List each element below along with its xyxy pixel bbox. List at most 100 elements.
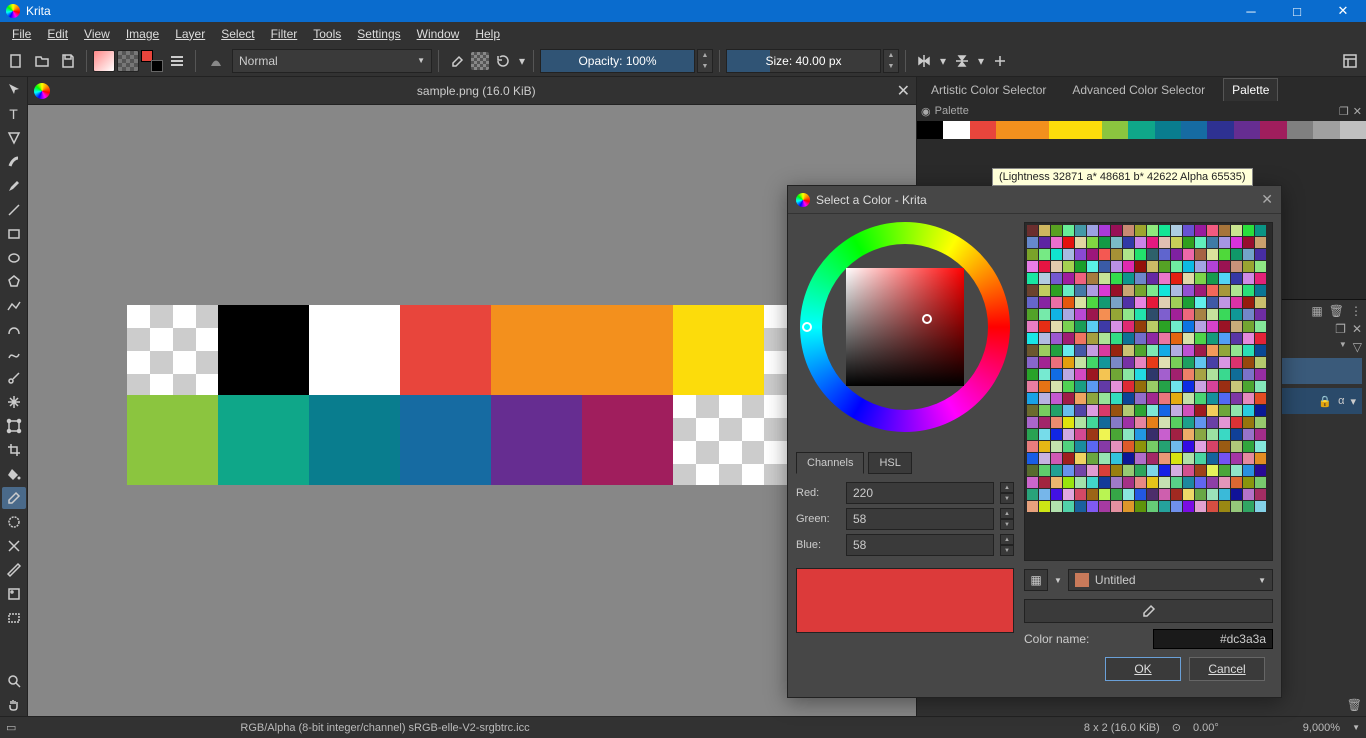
window-minimize-button[interactable]: ─: [1228, 0, 1274, 22]
assistant-tool[interactable]: [2, 535, 26, 557]
menu-filter[interactable]: Filter: [263, 27, 306, 41]
sv-marker[interactable]: [922, 314, 932, 324]
alpha-icon[interactable]: α: [1338, 395, 1344, 407]
zoom-tool[interactable]: [2, 670, 26, 692]
trash-icon[interactable]: 🗑: [1329, 304, 1344, 318]
menu-window[interactable]: Window: [409, 27, 468, 41]
menu-file[interactable]: File: [4, 27, 39, 41]
hue-marker[interactable]: [802, 322, 812, 332]
menu-icon[interactable]: ⋮: [1350, 304, 1362, 318]
menu-help[interactable]: Help: [467, 27, 508, 41]
color-name-field[interactable]: #dc3a3a: [1153, 629, 1273, 649]
color-square[interactable]: [846, 268, 964, 386]
eraser-button[interactable]: [445, 49, 469, 73]
red-stepper[interactable]: ▲▼: [1000, 482, 1014, 504]
calligraphy-tool[interactable]: [2, 151, 26, 173]
canvas[interactable]: [28, 105, 916, 716]
close-icon[interactable]: ✕: [1352, 322, 1362, 336]
pan-tool[interactable]: [2, 694, 26, 716]
status-zoom[interactable]: 9,000%: [1303, 722, 1340, 734]
trash-icon[interactable]: 🗑: [1347, 698, 1362, 712]
text-tool[interactable]: T: [2, 103, 26, 125]
brush-tool[interactable]: [2, 175, 26, 197]
opacity-slider[interactable]: Opacity: 100%: [540, 49, 695, 73]
green-stepper[interactable]: ▲▼: [1000, 508, 1014, 530]
measure-tool[interactable]: [2, 559, 26, 581]
blend-mode-dropdown[interactable]: Normal▼: [232, 49, 432, 73]
crop-tool[interactable]: [2, 439, 26, 461]
color-picker-tool[interactable]: [2, 487, 26, 509]
bezier-tool[interactable]: [2, 319, 26, 341]
menu-settings[interactable]: Settings: [349, 27, 408, 41]
tab-artistic-color-selector[interactable]: Artistic Color Selector: [923, 79, 1054, 101]
menu-layer[interactable]: Layer: [167, 27, 213, 41]
open-file-button[interactable]: [30, 49, 54, 73]
wrap-around-button[interactable]: [988, 49, 1012, 73]
dropdown-icon[interactable]: ▼: [1339, 340, 1347, 354]
window-maximize-button[interactable]: □: [1274, 0, 1320, 22]
palette-row[interactable]: [917, 121, 1366, 139]
filter-icon[interactable]: ▽: [1353, 340, 1362, 354]
blue-input[interactable]: 58: [846, 534, 994, 556]
palette-name-dropdown[interactable]: Untitled ▼: [1068, 569, 1273, 591]
tab-hsl[interactable]: HSL: [868, 452, 911, 474]
ok-button[interactable]: OK: [1105, 657, 1181, 681]
dropdown-icon[interactable]: ▾: [938, 49, 948, 73]
dialog-close-button[interactable]: ✕: [1261, 191, 1273, 208]
lock-icon[interactable]: 🔒: [1318, 395, 1332, 408]
reference-tool[interactable]: [2, 583, 26, 605]
document-tab-title[interactable]: sample.png (16.0 KiB): [56, 84, 897, 98]
chevron-icon[interactable]: ▾: [1350, 395, 1356, 408]
size-stepper[interactable]: ▲▼: [883, 49, 899, 73]
menu-tools[interactable]: Tools: [305, 27, 349, 41]
fill-tool[interactable]: [2, 463, 26, 485]
brush-settings-button[interactable]: [165, 49, 189, 73]
window-close-button[interactable]: ✕: [1320, 0, 1366, 22]
move-tool[interactable]: [2, 79, 26, 101]
float-icon[interactable]: ❐: [1335, 322, 1346, 336]
dialog-palette-grid[interactable]: [1024, 222, 1273, 561]
mirror-vertical-button[interactable]: [950, 49, 974, 73]
dropdown-icon[interactable]: ▾: [517, 49, 527, 73]
rotation-icon[interactable]: ⊙: [1172, 721, 1181, 734]
green-input[interactable]: 58: [846, 508, 994, 530]
rect-select-tool[interactable]: [2, 607, 26, 629]
dynamic-brush-tool[interactable]: [2, 367, 26, 389]
color-wheel[interactable]: [800, 222, 1010, 432]
rectangle-tool[interactable]: [2, 223, 26, 245]
pattern-button[interactable]: [117, 50, 139, 72]
select-mode-icon[interactable]: ▭: [6, 721, 16, 734]
reload-preset-button[interactable]: [491, 49, 515, 73]
tab-channels[interactable]: Channels: [796, 452, 864, 474]
menu-view[interactable]: View: [76, 27, 118, 41]
tab-advanced-color-selector[interactable]: Advanced Color Selector: [1064, 79, 1213, 101]
red-input[interactable]: 220: [846, 482, 994, 504]
fg-bg-color-button[interactable]: [141, 50, 163, 72]
eyedropper-button[interactable]: [1024, 599, 1273, 623]
brush-preset-button[interactable]: [202, 49, 230, 73]
cancel-button[interactable]: Cancel: [1189, 657, 1265, 681]
blue-stepper[interactable]: ▲▼: [1000, 534, 1014, 556]
menu-select[interactable]: Select: [213, 27, 262, 41]
workspace-button[interactable]: [1338, 49, 1362, 73]
multibrush-tool[interactable]: [2, 391, 26, 413]
dialog-titlebar[interactable]: Select a Color - Krita ✕: [788, 186, 1281, 214]
new-file-button[interactable]: [4, 49, 28, 73]
freehand-path-tool[interactable]: [2, 343, 26, 365]
gradient-button[interactable]: [93, 50, 115, 72]
grid-icon[interactable]: ▦: [1311, 304, 1322, 318]
palette-list-button[interactable]: ▦: [1024, 569, 1048, 591]
save-file-button[interactable]: [56, 49, 80, 73]
opacity-stepper[interactable]: ▲▼: [697, 49, 713, 73]
float-icon[interactable]: ❐: [1339, 105, 1349, 118]
smart-patch-tool[interactable]: [2, 511, 26, 533]
polygon-tool[interactable]: [2, 271, 26, 293]
document-close-button[interactable]: ✕: [897, 81, 910, 101]
alpha-lock-button[interactable]: [471, 52, 489, 70]
close-icon[interactable]: ✕: [1353, 105, 1362, 118]
transform-tool[interactable]: [2, 415, 26, 437]
tab-palette[interactable]: Palette: [1223, 78, 1278, 101]
edit-shapes-tool[interactable]: [2, 127, 26, 149]
polyline-tool[interactable]: [2, 295, 26, 317]
menu-image[interactable]: Image: [118, 27, 167, 41]
